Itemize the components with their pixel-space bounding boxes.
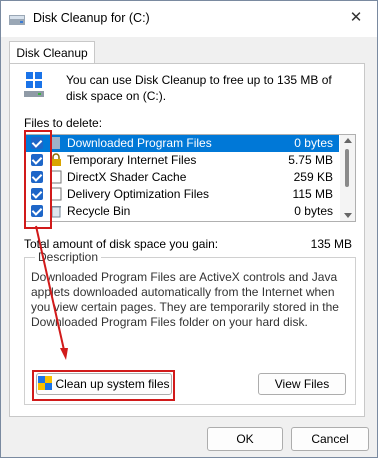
annotation-arrow (35, 225, 68, 360)
